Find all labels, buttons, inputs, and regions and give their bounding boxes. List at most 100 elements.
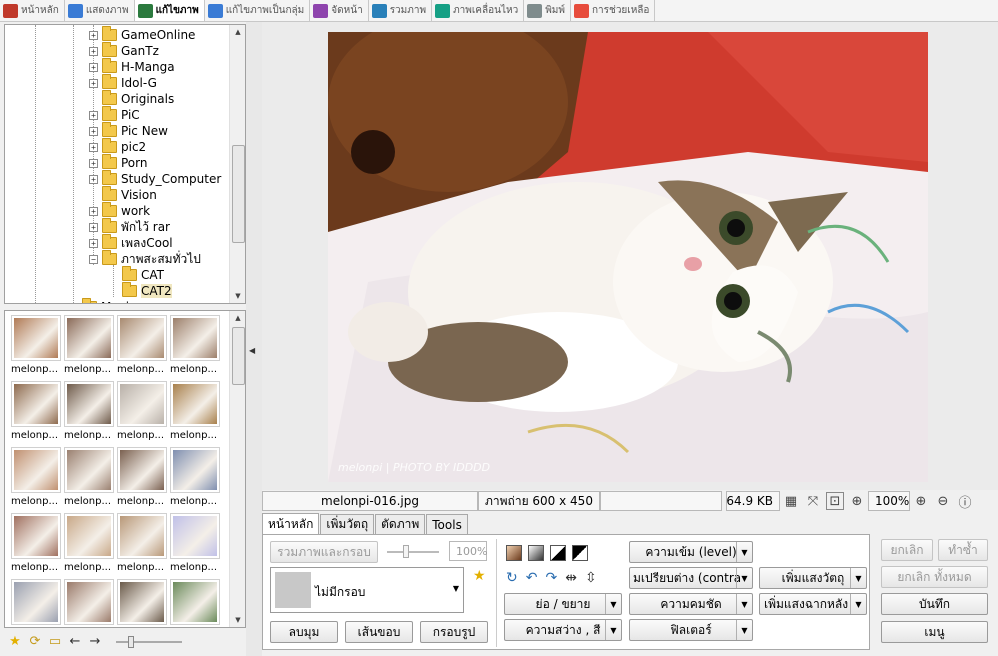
tree-expander[interactable]: + xyxy=(89,158,98,168)
menu-button[interactable]: เมนู xyxy=(881,621,988,643)
transparency-grid-icon[interactable]: ▦ xyxy=(782,492,800,510)
tree-scrollbar[interactable]: ▲ ▼ xyxy=(229,25,245,303)
tree-expander[interactable]: + xyxy=(89,222,98,232)
toolbar-tab-7[interactable]: พิมพ์ xyxy=(524,0,571,21)
contrast-button[interactable]: มเปรียบต่าง (contra ▼ xyxy=(629,567,753,589)
cancel-all-button[interactable]: ยกเลิก ทั้งหมด xyxy=(881,566,988,588)
thumbnail[interactable]: melonp... xyxy=(170,381,220,443)
toolbar-tab-5[interactable]: รวมภาพ xyxy=(369,0,433,21)
refresh-folder-icon[interactable]: ⟳ xyxy=(28,635,42,649)
tree-expander[interactable]: + xyxy=(89,110,98,120)
flip-horizontal-icon[interactable]: ⇹ xyxy=(565,570,577,586)
thumbnail[interactable]: melonp... xyxy=(117,513,167,575)
levels-button[interactable]: ความเข้ม (level) ▼ xyxy=(629,541,753,563)
edit-tab-2[interactable]: ตัดภาพ xyxy=(375,514,426,534)
tree-item[interactable]: + Pic New xyxy=(89,122,168,139)
tree-expander[interactable]: + xyxy=(89,46,98,56)
redo-button[interactable]: ทำซ้ำ xyxy=(938,539,988,561)
scroll-up-icon[interactable]: ▲ xyxy=(230,311,245,325)
thumbnail[interactable]: melonp... xyxy=(64,513,114,575)
back-arrow-icon[interactable]: ← xyxy=(68,635,82,649)
thumbnail[interactable]: melonp... xyxy=(117,381,167,443)
scroll-thumb[interactable] xyxy=(232,327,245,385)
zoom-fit-icon[interactable]: ⊕ xyxy=(848,492,866,510)
scroll-down-icon[interactable]: ▼ xyxy=(230,289,245,303)
tree-item[interactable]: + H-Manga xyxy=(89,58,175,75)
brightness-color-button[interactable]: ความสว่าง , สี ▼ xyxy=(504,619,622,641)
flip-vertical-icon[interactable]: ⇳ xyxy=(585,570,597,586)
thumbnail[interactable]: melonp... xyxy=(11,579,61,627)
tree-expander[interactable]: + xyxy=(89,126,98,136)
thumbnail[interactable]: melonp... xyxy=(170,579,220,627)
tree-expander[interactable]: + xyxy=(89,206,98,216)
thumbnail[interactable]: melonp... xyxy=(64,315,114,377)
sepia-tone-icon[interactable] xyxy=(506,545,522,561)
scroll-up-icon[interactable]: ▲ xyxy=(230,25,245,39)
tree-item[interactable]: CAT xyxy=(109,266,164,283)
tree-item[interactable]: + pic2 xyxy=(89,138,146,155)
invert-icon[interactable] xyxy=(572,545,588,561)
thumbnail[interactable]: melonp... xyxy=(11,381,61,443)
toolbar-tab-1[interactable]: แสดงภาพ xyxy=(65,0,135,21)
thumbnail[interactable]: melonp... xyxy=(11,315,61,377)
thumbnail[interactable]: melonp... xyxy=(117,579,167,627)
tree-item[interactable]: − ภาพสะสมทั่วไป xyxy=(89,250,201,267)
tree-item[interactable]: + Study_Computer xyxy=(89,170,221,187)
tree-item[interactable]: CAT2 xyxy=(109,282,172,299)
toolbar-tab-6[interactable]: ภาพเคลื่อนไหว xyxy=(432,0,525,21)
thumbnail-scrollbar[interactable]: ▲ ▼ xyxy=(229,311,245,627)
toolbar-tab-3[interactable]: แก้ไขภาพเป็นกลุ่ม xyxy=(205,0,311,21)
tree-item[interactable]: Originals xyxy=(89,90,174,107)
scroll-thumb[interactable] xyxy=(232,145,245,243)
tree-expander[interactable]: + xyxy=(89,238,98,248)
frame-button[interactable]: กรอบรูป xyxy=(420,621,488,643)
save-button[interactable]: บันทึก xyxy=(881,593,988,615)
favorite-star-icon[interactable]: ★ xyxy=(473,568,486,584)
cancel-button[interactable]: ยกเลิก xyxy=(881,539,933,561)
forward-arrow-icon[interactable]: → xyxy=(88,635,102,649)
tree-item[interactable]: + Porn xyxy=(89,154,147,171)
fit-to-window-icon[interactable]: ⤧ xyxy=(804,492,822,510)
tree-expander[interactable]: − xyxy=(89,254,98,264)
tree-item[interactable]: + GanTz xyxy=(89,42,159,59)
frame-select[interactable]: ไม่มีกรอบ ▼ xyxy=(270,567,464,613)
zoom-in-icon[interactable]: ⊕ xyxy=(912,492,930,510)
tree-expander[interactable]: + xyxy=(89,78,98,88)
edit-tab-1[interactable]: เพิ่มวัตถุ xyxy=(320,514,375,534)
edit-tab-0[interactable]: หน้าหลัก xyxy=(262,513,320,534)
toolbar-tab-0[interactable]: หน้าหลัก xyxy=(0,0,65,21)
toolbar-tab-8[interactable]: การช่วยเหลือ xyxy=(571,0,656,21)
tree-item[interactable]: Vision xyxy=(89,186,157,203)
grayscale-icon[interactable] xyxy=(528,545,544,561)
actual-size-icon[interactable]: ⊡ xyxy=(826,492,844,510)
toolbar-tab-4[interactable]: จัดหน้า xyxy=(310,0,369,21)
thumbnail[interactable]: melonp... xyxy=(170,513,220,575)
tree-item[interactable]: + PiC xyxy=(89,106,140,123)
rotate-auto-icon[interactable]: ↻ xyxy=(506,570,518,586)
edit-tab-3[interactable]: Tools xyxy=(426,514,468,534)
tree-expander[interactable]: + xyxy=(89,30,98,40)
filter-button[interactable]: ฟิลเตอร์ ▼ xyxy=(629,619,753,641)
zoom-out-icon[interactable]: ⊖ xyxy=(934,492,952,510)
opacity-value[interactable]: 100% xyxy=(449,541,487,561)
open-folder-icon[interactable]: ▭ xyxy=(48,635,62,649)
info-icon[interactable]: ⓘ xyxy=(956,492,974,511)
favorite-star-icon[interactable]: ★ xyxy=(8,635,22,649)
thumbnail[interactable]: melonp... xyxy=(170,315,220,377)
object-light-button[interactable]: เพิ่มแสงวัตถุ ▼ xyxy=(759,567,867,589)
thumbnail-size-slider[interactable] xyxy=(116,635,182,649)
tree-expander[interactable]: + xyxy=(89,142,98,152)
tree-item[interactable]: Movie xyxy=(69,298,137,303)
border-button[interactable]: เส้นขอบ xyxy=(345,621,413,643)
thumbnail[interactable]: melonp... xyxy=(11,513,61,575)
remove-corner-button[interactable]: ลบมุม xyxy=(270,621,338,643)
sharpness-button[interactable]: ความคมชัด ▼ xyxy=(629,593,753,615)
opacity-slider[interactable] xyxy=(387,545,439,559)
rotate-right-icon[interactable]: ↷ xyxy=(545,570,557,586)
rotate-left-icon[interactable]: ↶ xyxy=(526,570,538,586)
resize-button[interactable]: ย่อ / ขยาย ▼ xyxy=(504,593,622,615)
thumbnail[interactable]: melonp... xyxy=(64,579,114,627)
thumbnail[interactable]: melonp... xyxy=(64,381,114,443)
panel-splitter[interactable]: ◀ xyxy=(246,22,262,656)
thumbnail[interactable]: melonp... xyxy=(117,447,167,509)
